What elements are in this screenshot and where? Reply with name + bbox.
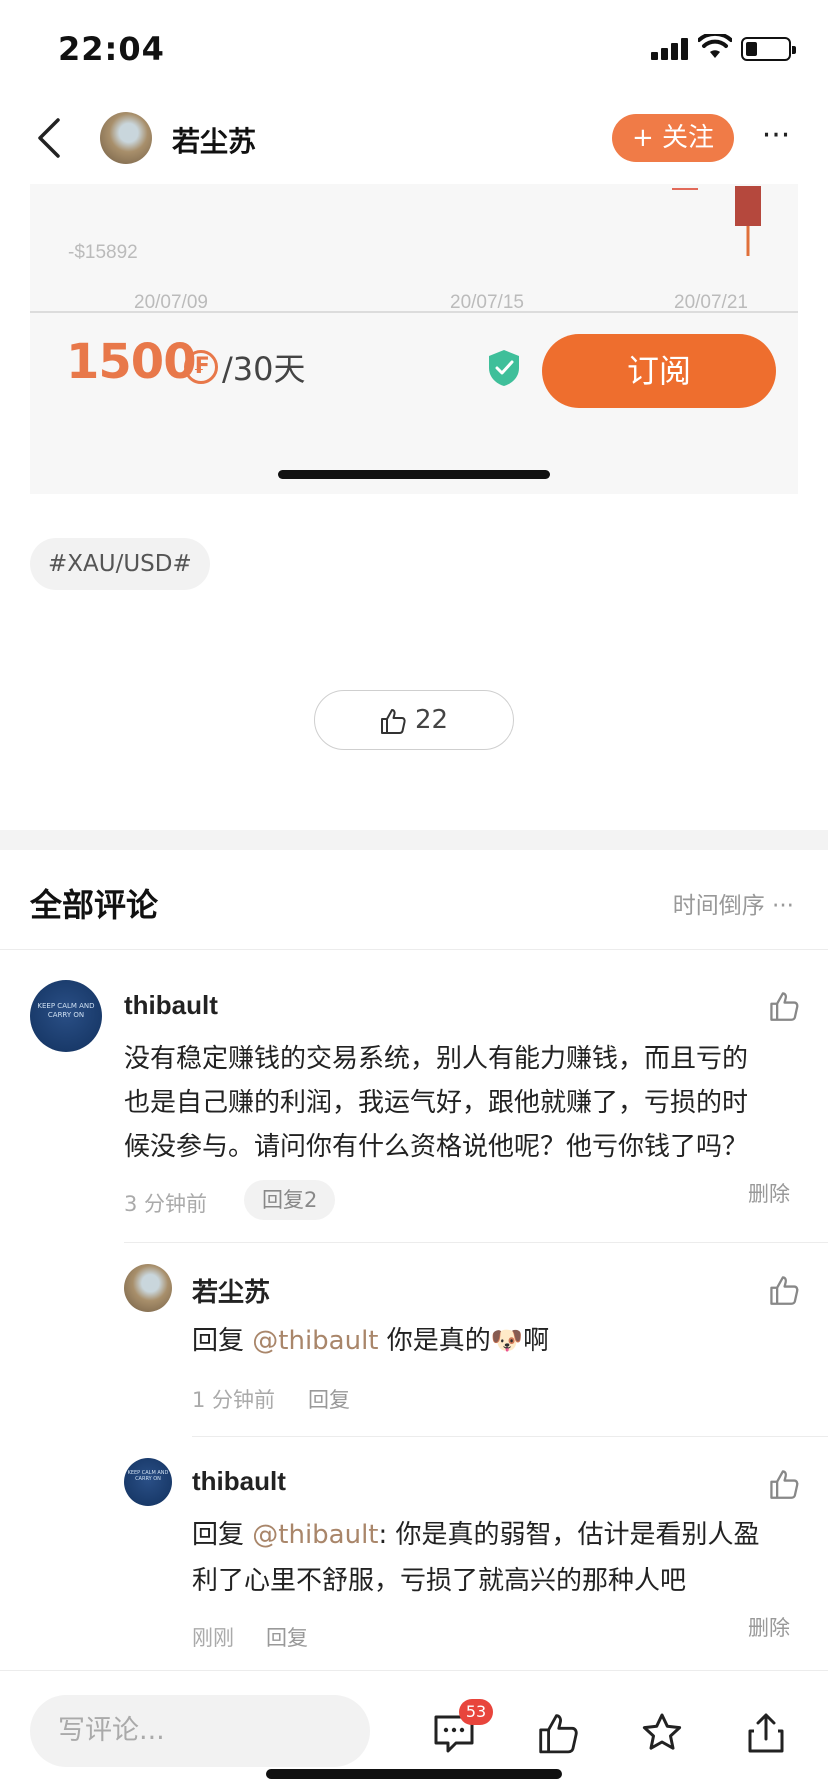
reply-separator	[124, 1242, 828, 1243]
delete-button[interactable]: 删除	[748, 1178, 790, 1208]
reply-time: 刚刚	[192, 1626, 234, 1650]
author-name[interactable]: 若尘苏	[172, 120, 256, 160]
overlay-home-indicator	[278, 470, 550, 479]
topic-tag[interactable]: #XAU/USD#	[30, 538, 210, 590]
view-replies-button[interactable]: 回复2	[244, 1180, 336, 1220]
mention-link[interactable]: @thibault	[252, 1326, 378, 1356]
x-tick-label-3: 20/07/21	[674, 292, 748, 313]
comment-line-3: 候没参与。请问你有什么资格说他呢？他亏你钱了吗？	[124, 1132, 749, 1162]
commenter-avatar[interactable]: KEEP CALM AND CARRY ON	[30, 980, 102, 1052]
status-time: 22:04	[58, 30, 165, 68]
wifi-icon	[698, 34, 732, 58]
verified-shield-icon	[489, 350, 519, 386]
like-count: 22	[415, 705, 449, 735]
thumb-up-icon[interactable]	[536, 1711, 580, 1755]
more-options-icon[interactable]: ···	[752, 116, 800, 156]
x-tick-label-2: 20/07/15	[450, 292, 524, 313]
coin-icon: ₣	[184, 350, 218, 384]
reply-avatar[interactable]: KEEP CALM AND CARRY ON	[124, 1458, 172, 1506]
mention-link[interactable]: @thibault	[252, 1520, 378, 1550]
comment-input[interactable]: 写评论...	[30, 1695, 370, 1767]
price-chart: -$15892 20/07/09 20/07/15 20/07/21	[30, 186, 798, 313]
reply-text-line-1: 回复 @thibault: 你是真的弱智，估计是看别人盈	[192, 1514, 760, 1556]
back-icon[interactable]	[30, 114, 70, 162]
section-divider	[0, 830, 828, 850]
sort-toggle[interactable]: 时间倒序 ···	[673, 886, 794, 920]
reply-text-line-2: 利了心里不舒服，亏损了就高兴的那种人吧	[192, 1566, 687, 1596]
signal-card: -$15892 20/07/09 20/07/15 20/07/21 1500 …	[30, 184, 798, 494]
star-icon[interactable]	[640, 1711, 684, 1755]
reply-time: 1 分钟前	[192, 1388, 276, 1412]
price-period: /30天	[222, 350, 306, 388]
signal-icon	[651, 38, 691, 60]
candle-body	[735, 186, 761, 226]
thumb-up-icon	[381, 709, 406, 734]
follow-button[interactable]: + 关注	[612, 114, 734, 162]
comment-count-badge: 53	[459, 1699, 493, 1725]
nav-bar: 若尘苏 + 关注 ···	[0, 96, 828, 184]
comments-title: 全部评论	[30, 886, 159, 924]
reply-like-icon[interactable]	[768, 1468, 800, 1500]
subscribe-button[interactable]: 订阅	[542, 334, 776, 408]
y-tick-label: -$15892	[68, 242, 138, 263]
share-icon[interactable]	[744, 1711, 788, 1755]
status-bar: 22:04	[0, 0, 828, 96]
reply-text: 回复 @thibault 你是真的🐶啊	[192, 1320, 549, 1362]
price-row: 1500 ₣ /30天 订阅	[30, 314, 798, 414]
reply-prefix: 回复	[192, 1326, 253, 1356]
home-indicator	[266, 1769, 562, 1779]
reply-button[interactable]: 回复	[266, 1622, 308, 1652]
commenter-name[interactable]: thibault	[124, 990, 218, 1021]
like-button[interactable]: 22	[314, 690, 514, 750]
reply-button[interactable]: 回复	[308, 1384, 350, 1414]
x-tick-label-1: 20/07/09	[134, 292, 208, 313]
delete-button[interactable]: 删除	[748, 1612, 790, 1642]
battery-icon	[741, 37, 796, 61]
comment-like-icon[interactable]	[768, 990, 800, 1022]
comment-time: 3 分钟前	[124, 1192, 208, 1216]
reply-body: 你是真的🐶啊	[378, 1326, 550, 1356]
bottom-bar: 写评论... 53	[0, 1670, 828, 1792]
reply-body: : 你是真的弱智，估计是看别人盈	[378, 1520, 760, 1550]
comments-header: 全部评论 时间倒序 ···	[0, 850, 828, 950]
reply-avatar[interactable]	[124, 1264, 172, 1312]
reply-author-name[interactable]: 若尘苏	[192, 1272, 270, 1309]
reply-prefix: 回复	[192, 1520, 253, 1550]
comment-line-2: 也是自己赚的利润，我运气好，跟他就赚了，亏损的时	[124, 1088, 749, 1118]
reply-author-name[interactable]: thibault	[192, 1466, 286, 1497]
comment-line-1: 没有稳定赚钱的交易系统，别人有能力赚钱，而且亏的	[124, 1044, 749, 1074]
reply-like-icon[interactable]	[768, 1274, 800, 1306]
price-amount: 1500	[66, 334, 197, 390]
author-avatar[interactable]	[100, 112, 152, 164]
reply-separator	[192, 1436, 828, 1437]
